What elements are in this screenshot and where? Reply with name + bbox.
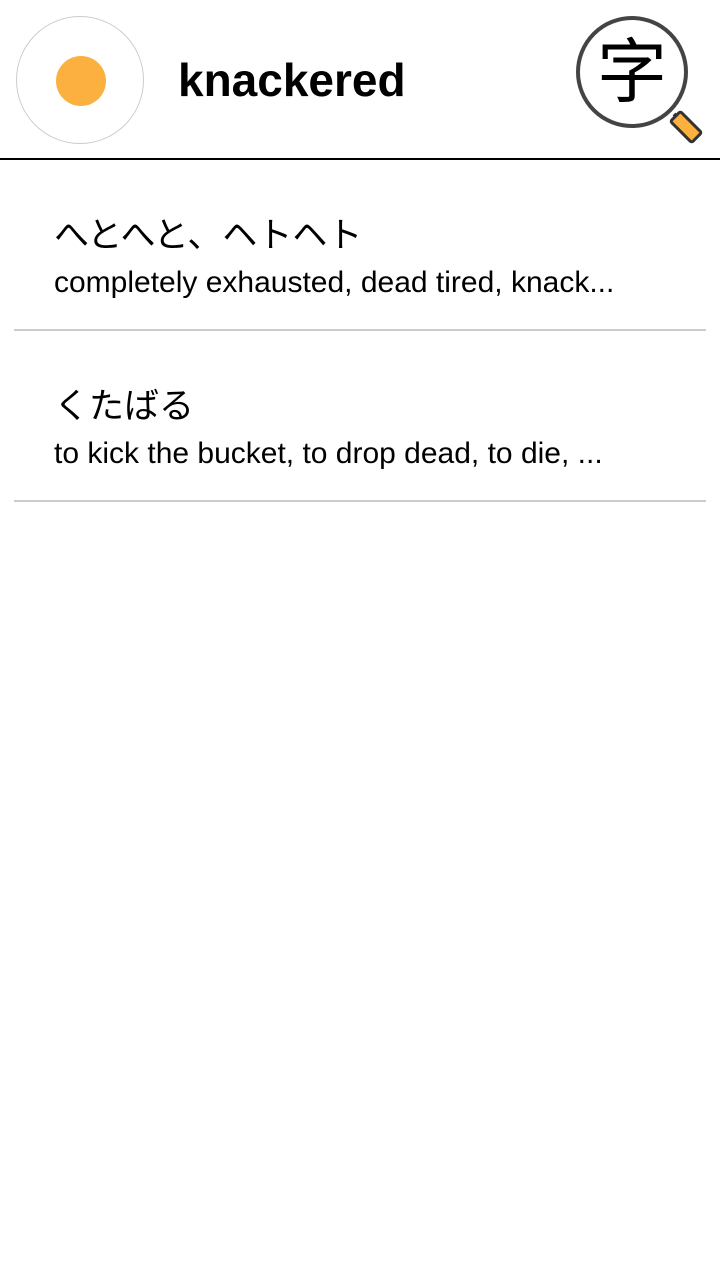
- kanji-lookup-button[interactable]: 字: [572, 12, 712, 148]
- result-list: へとへと、ヘトヘト completely exhausted, dead tir…: [0, 160, 720, 502]
- kanji-search-icon: 字: [576, 16, 703, 144]
- result-item[interactable]: くたばる to kick the bucket, to drop dead, t…: [14, 331, 706, 502]
- result-reading: へとへと、ヘトヘト: [54, 216, 363, 256]
- status-dot-icon: [56, 56, 106, 106]
- search-term: knackered: [178, 54, 406, 106]
- magnifier-handle: [669, 110, 703, 144]
- status-button[interactable]: [16, 16, 144, 144]
- result-gloss: to kick the bucket, to drop dead, to die…: [54, 437, 603, 470]
- result-item[interactable]: へとへと、ヘトヘト completely exhausted, dead tir…: [14, 160, 706, 331]
- app-header: knackered 字: [0, 0, 720, 160]
- kanji-glyph: 字: [597, 31, 667, 113]
- result-gloss: completely exhausted, dead tired, knack.…: [54, 266, 615, 299]
- result-reading: くたばる: [54, 387, 195, 427]
